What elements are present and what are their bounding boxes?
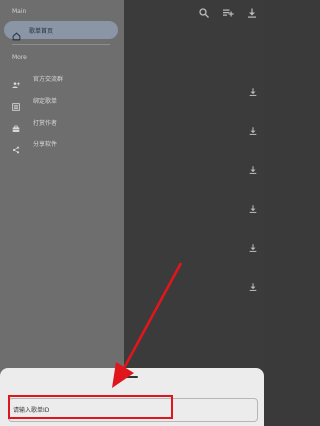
- nav-item-tip-author[interactable]: 打赏作者: [12, 116, 58, 132]
- divider: [12, 44, 110, 45]
- drag-handle[interactable]: [126, 376, 138, 378]
- search-icon[interactable]: [198, 4, 210, 23]
- nav-item-official-group[interactable]: 官方交流群: [12, 72, 64, 88]
- nav-item-playlist-home[interactable]: 歌单首页: [4, 21, 118, 40]
- nav-item-label: 打赏作者: [33, 119, 58, 127]
- download-icon[interactable]: [248, 82, 258, 101]
- playlist-id-input[interactable]: [9, 399, 257, 421]
- download-icon[interactable]: [248, 277, 258, 296]
- playlist-add-icon[interactable]: [222, 4, 234, 23]
- home-icon: [12, 26, 21, 40]
- nav-item-label: 歌单首页: [29, 27, 54, 35]
- briefcase-icon: [12, 118, 20, 132]
- section-label-main: Main: [12, 8, 27, 15]
- nav-item-label: 绑定歌单: [33, 97, 58, 105]
- playlist-id-field[interactable]: [8, 398, 258, 422]
- bottom-sheet: [0, 368, 264, 426]
- add-person-icon: [12, 74, 20, 88]
- download-icon[interactable]: [248, 238, 258, 257]
- navigation-drawer: Main 歌单首页 More 官方交流群 绑定歌单 打赏作者 分享软件: [0, 0, 124, 426]
- download-icon[interactable]: [248, 199, 258, 218]
- download-icons-column: [248, 82, 258, 296]
- share-icon: [12, 139, 20, 154]
- download-icon[interactable]: [248, 160, 258, 179]
- list-box-icon: [12, 96, 20, 111]
- nav-item-label: 官方交流群: [33, 75, 64, 83]
- nav-item-label: 分享软件: [33, 140, 58, 148]
- nav-item-share-app[interactable]: 分享软件: [12, 137, 58, 154]
- nav-item-bind-playlist[interactable]: 绑定歌单: [12, 94, 58, 111]
- download-icon[interactable]: [248, 121, 258, 140]
- app-bar-actions: [198, 4, 258, 23]
- section-label-more: More: [12, 54, 27, 61]
- download-icon[interactable]: [246, 4, 258, 23]
